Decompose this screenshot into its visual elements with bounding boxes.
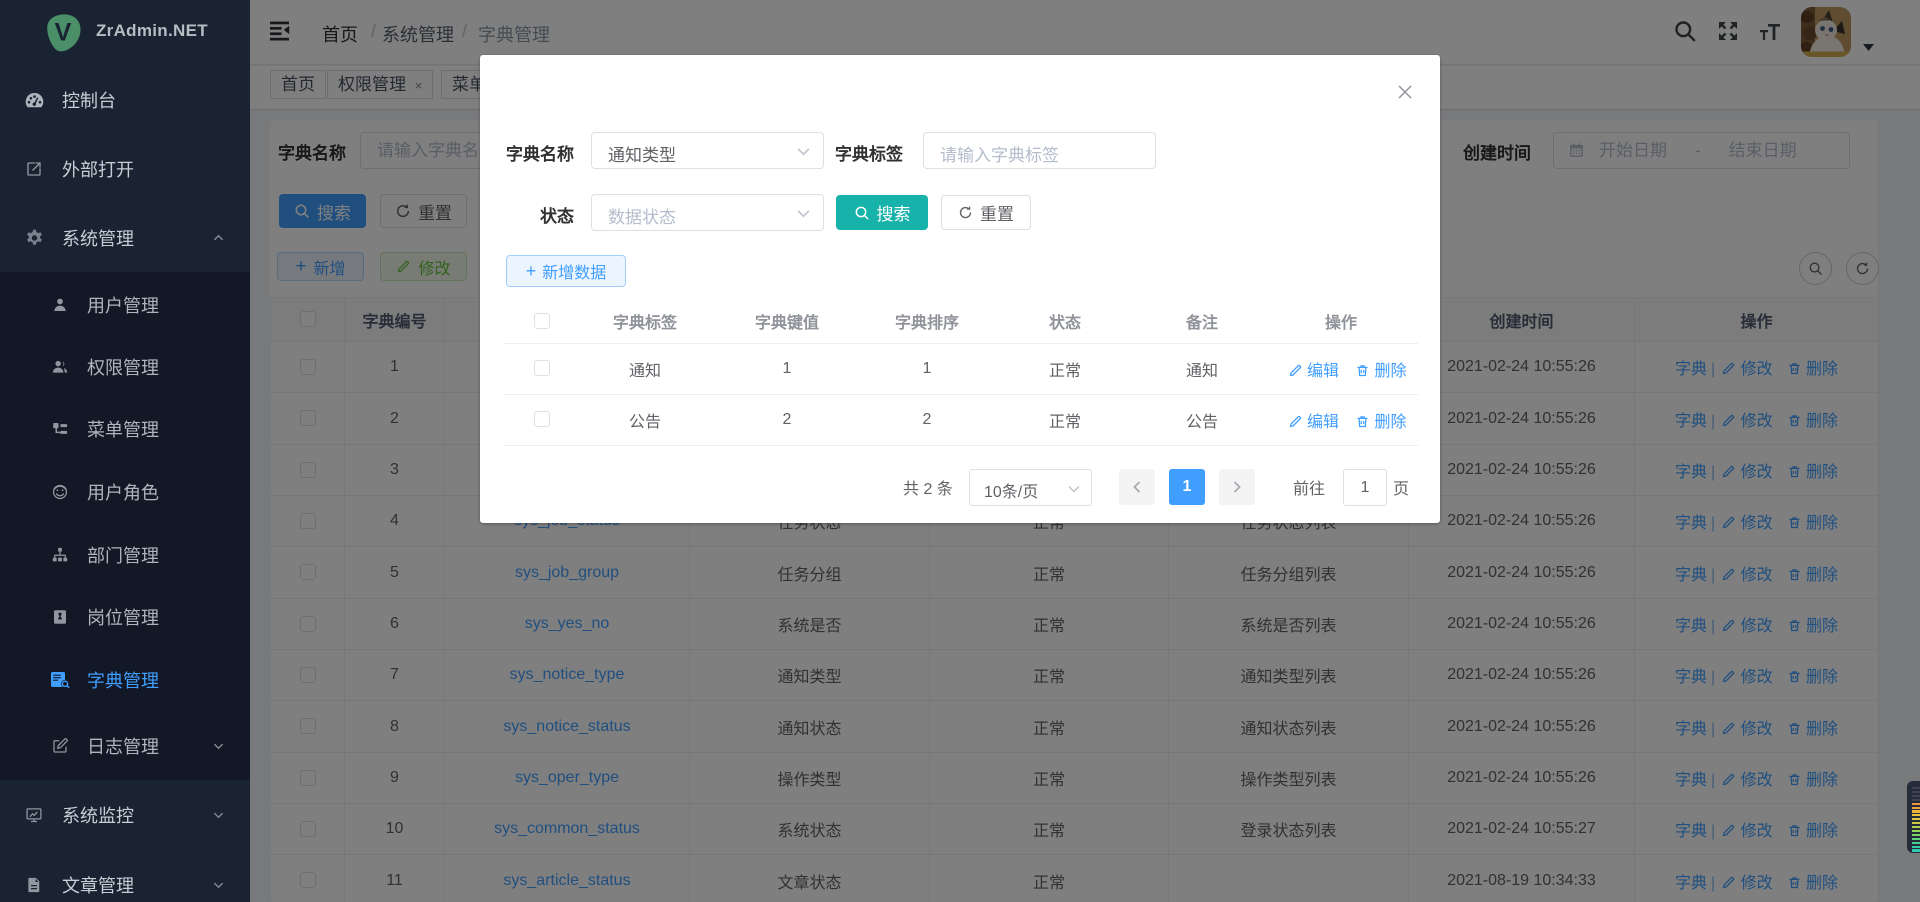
svg-text:V: V (55, 19, 72, 47)
